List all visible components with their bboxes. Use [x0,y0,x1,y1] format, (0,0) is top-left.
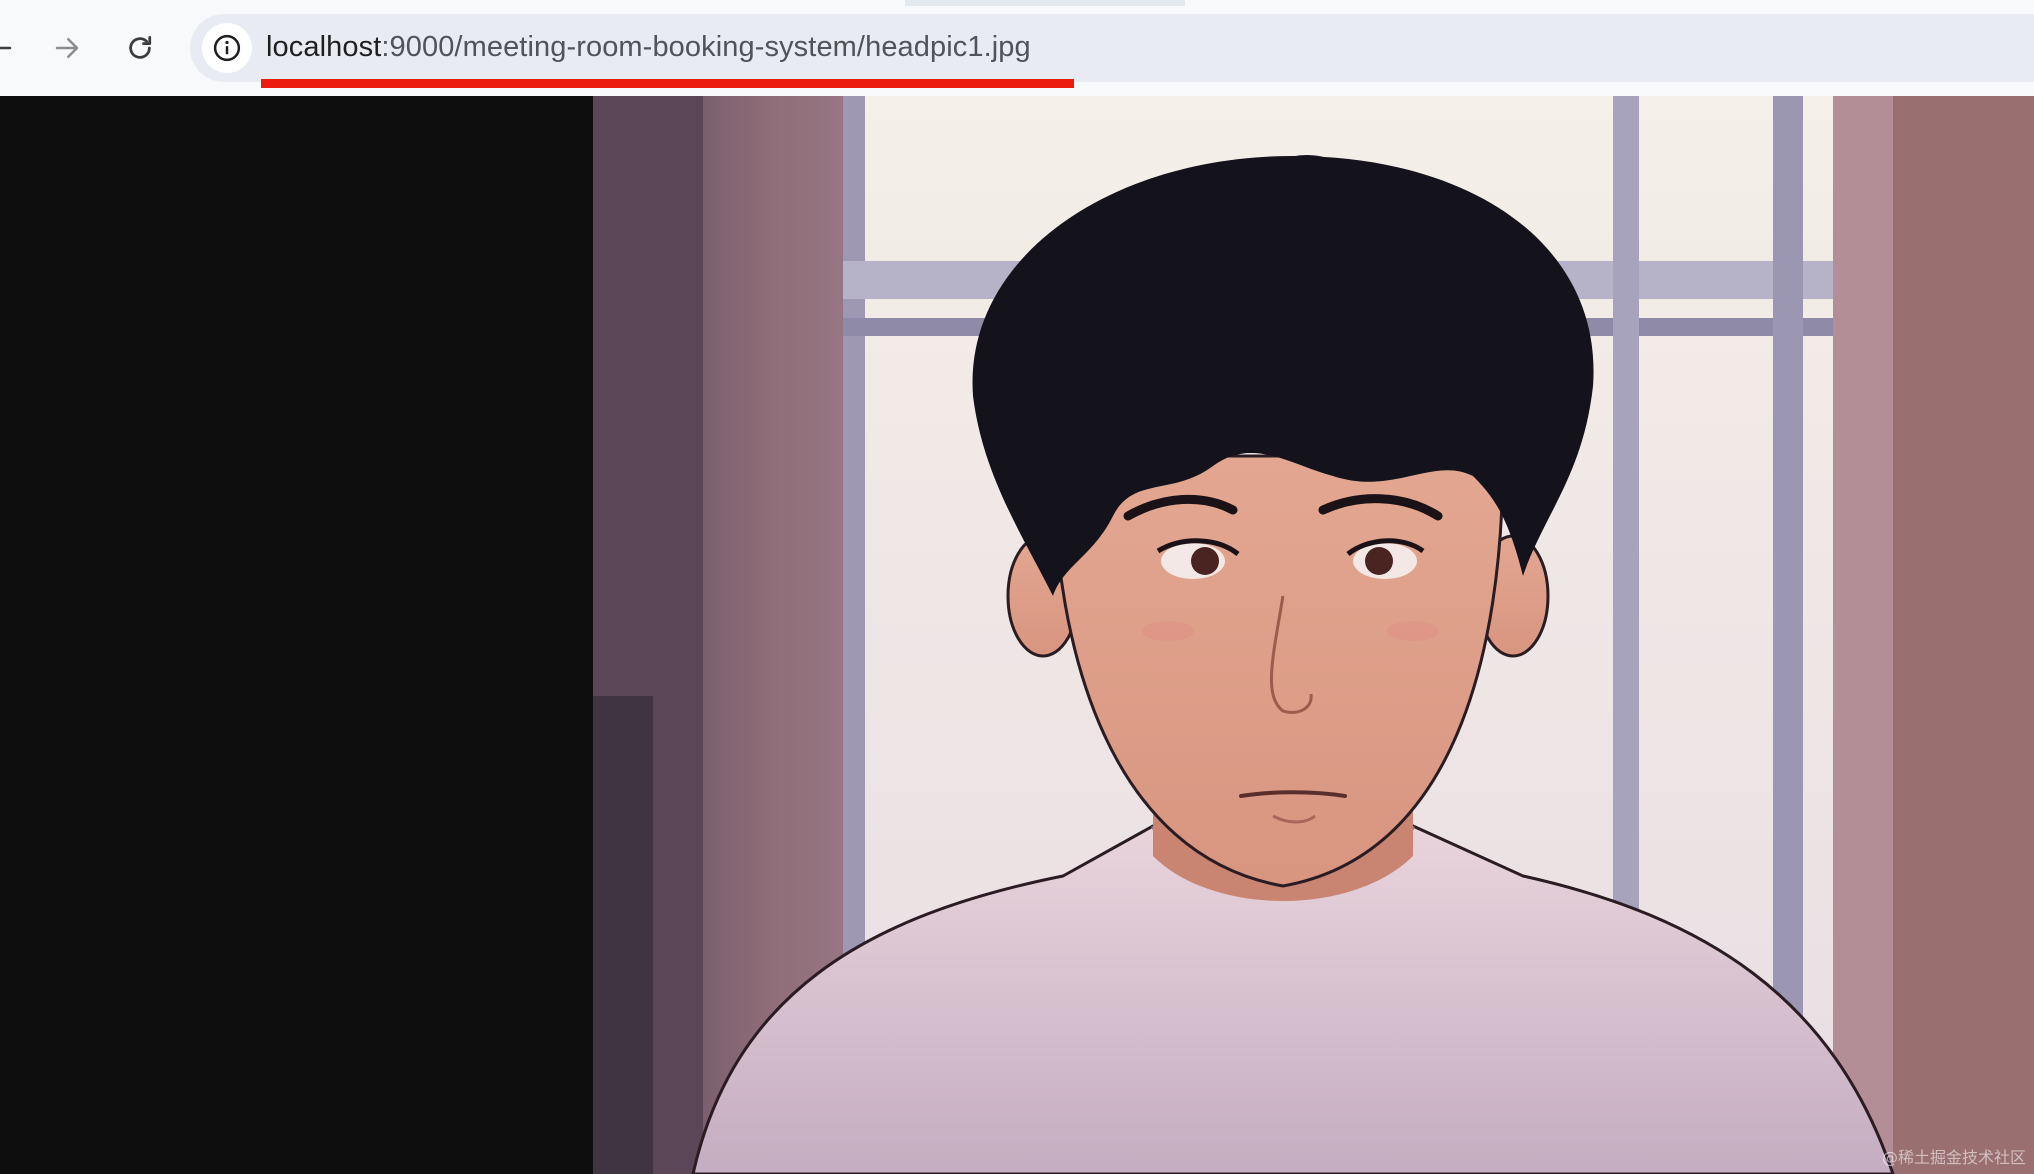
tab[interactable] [1185,0,2034,6]
site-info-button[interactable] [202,23,252,73]
url-host: localhost [266,31,382,63]
tab[interactable] [0,0,905,6]
arrow-right-icon [55,38,79,58]
url-highlight-underline [261,79,1074,88]
portrait-illustration [593,96,2034,1174]
address-bar[interactable]: localhost:9000/meeting-room-booking-syst… [190,14,2034,82]
image-viewer: @稀土掘金技术社区 [0,96,2034,1174]
url-path: :9000/meeting-room-booking-system/headpi… [381,31,1031,63]
back-button[interactable] [0,22,26,74]
browser-toolbar: localhost:9000/meeting-room-booking-syst… [0,0,2034,96]
reload-icon [129,36,152,59]
reload-button[interactable] [114,22,166,74]
displayed-image: @稀土掘金技术社区 [593,96,2034,1174]
forward-button[interactable] [41,22,93,74]
arrow-left-icon [0,39,12,57]
tab-strip [0,0,2034,6]
info-icon [213,34,241,62]
url-text[interactable]: localhost:9000/meeting-room-booking-syst… [266,29,1031,65]
watermark: @稀土掘金技术社区 [1881,1148,2026,1167]
